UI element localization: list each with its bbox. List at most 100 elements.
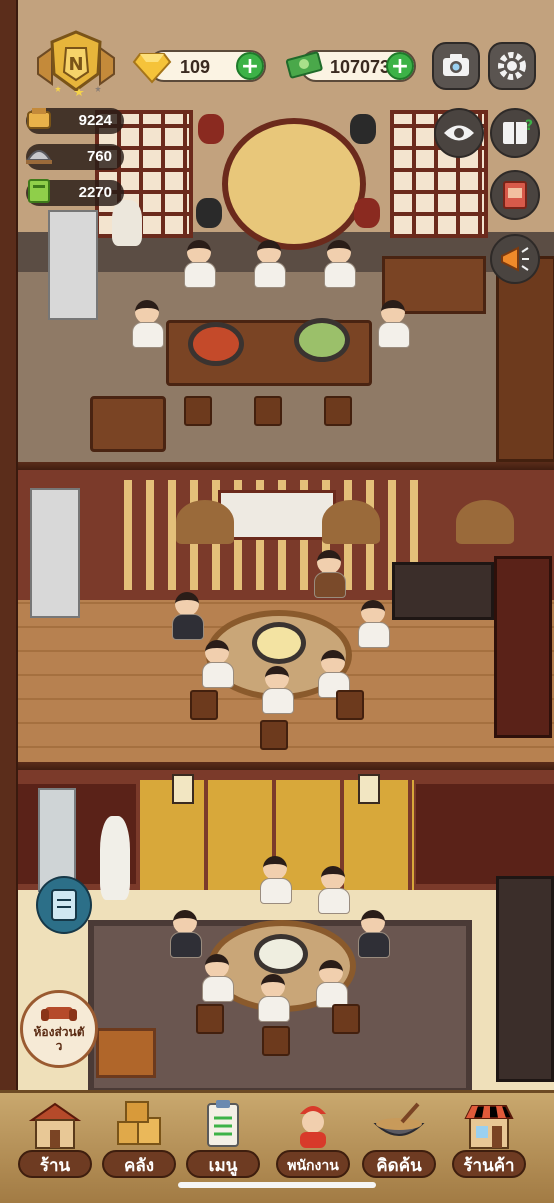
customer[interactable]	[312, 550, 346, 598]
customer[interactable]	[258, 856, 292, 904]
opera-mask-icon	[196, 198, 222, 228]
waiter-icon	[300, 1106, 326, 1148]
customer[interactable]	[316, 866, 350, 914]
tea-shelf	[496, 256, 554, 462]
vase	[112, 200, 142, 246]
visibility-button[interactable]	[434, 108, 484, 158]
customer[interactable]	[182, 240, 216, 288]
hotpot-spicy	[188, 322, 244, 366]
store-icon	[464, 1105, 514, 1149]
chair	[332, 1004, 360, 1034]
nav-label: พนักงาน	[276, 1150, 350, 1178]
customer[interactable]	[168, 910, 202, 958]
gem-icon	[132, 44, 172, 84]
clipboard-icon	[51, 889, 77, 921]
hotpot	[254, 934, 308, 974]
customer[interactable]	[260, 666, 294, 714]
stat-dishes: 760	[26, 144, 124, 170]
stat-ingredients: 9224	[26, 108, 124, 134]
folding-fan-icon	[176, 500, 234, 544]
air-conditioner[interactable]	[48, 210, 98, 320]
customer[interactable]	[314, 960, 348, 1008]
customer[interactable]	[322, 240, 356, 288]
shop-icon	[28, 1102, 82, 1149]
chair	[336, 690, 364, 720]
folding-fan-icon	[456, 500, 514, 544]
sofa-icon	[41, 1007, 77, 1021]
landscape-scroll	[218, 490, 336, 540]
chair	[260, 720, 288, 750]
nav-label: เมนู	[186, 1150, 260, 1178]
stat-value: 2270	[78, 184, 112, 201]
promotion-button[interactable]	[490, 234, 540, 284]
stat-value: 760	[86, 148, 112, 165]
porcelain-vase	[100, 816, 130, 900]
opera-mask-icon	[198, 114, 224, 144]
nav-staff[interactable]: พนักงาน	[276, 1098, 350, 1180]
display-shelf	[494, 556, 552, 738]
floor-2-dining-room[interactable]	[0, 470, 554, 770]
svg-text:N: N	[68, 54, 83, 75]
customer[interactable]	[130, 300, 164, 348]
notebook-icon	[503, 181, 527, 209]
customer[interactable]	[256, 974, 290, 1022]
clipboard-icon	[207, 1100, 239, 1147]
svg-text:?: ?	[525, 118, 533, 134]
add-gems-button[interactable]: +	[236, 52, 264, 80]
nav-store[interactable]: ร้านค้า	[452, 1098, 526, 1180]
home-indicator	[178, 1182, 376, 1188]
customer[interactable]	[200, 640, 234, 688]
chair	[196, 1004, 224, 1034]
stat-coupons: 2270	[26, 179, 124, 206]
building-edge	[0, 0, 18, 1090]
settings-button[interactable]	[488, 42, 536, 90]
hotpot-vegetable	[294, 318, 350, 362]
customer[interactable]	[356, 600, 390, 648]
customer[interactable]	[252, 240, 286, 288]
nav-recipe[interactable]: คิดค้น	[362, 1098, 436, 1180]
chair	[262, 1026, 290, 1056]
wok-icon	[373, 1102, 425, 1136]
camera-button[interactable]	[432, 42, 480, 90]
opera-mask-icon	[354, 198, 380, 228]
eye-icon	[444, 125, 474, 141]
add-cash-button[interactable]: +	[386, 52, 414, 80]
lattice-panel	[416, 784, 554, 884]
chair	[184, 396, 212, 426]
nav-shop[interactable]: ร้าน	[18, 1098, 92, 1180]
customer[interactable]	[170, 592, 204, 640]
chair	[324, 396, 352, 426]
cash-count: 107073	[330, 57, 391, 77]
nav-storage[interactable]: คลัง	[102, 1098, 176, 1180]
nav-menu[interactable]: เมนู	[186, 1098, 260, 1180]
lantern-icon	[358, 774, 380, 804]
air-conditioner[interactable]	[30, 488, 80, 618]
customer[interactable]	[376, 300, 410, 348]
lantern-icon	[172, 774, 194, 804]
nav-label: คลัง	[102, 1150, 176, 1178]
gem-count: 109	[180, 57, 211, 77]
gear-icon	[498, 52, 526, 80]
round-landscape-window	[222, 118, 366, 250]
customer[interactable]	[356, 910, 390, 958]
nav-label: คิดค้น	[362, 1150, 436, 1178]
boxes-icon	[117, 1101, 161, 1145]
private-room-button[interactable]: ห้องส่วนตั ว	[20, 990, 98, 1068]
opera-mask-icon	[350, 114, 376, 144]
nav-label: ร้าน	[18, 1150, 92, 1178]
display-shelf	[496, 876, 554, 1082]
hotpot	[252, 622, 306, 664]
book-question-icon: ?	[503, 118, 533, 144]
dish-cover-icon	[26, 150, 52, 164]
folding-fan-icon	[322, 500, 380, 544]
stat-value: 9224	[78, 112, 112, 129]
task-list-button[interactable]	[36, 876, 92, 934]
megaphone-icon	[501, 246, 529, 272]
customer[interactable]	[200, 954, 234, 1002]
camera-icon	[443, 54, 469, 76]
wooden-chest	[96, 1028, 156, 1078]
coupon-icon	[28, 179, 50, 203]
guide-button[interactable]: ?	[490, 108, 540, 158]
restaurant-rank-badge[interactable]: N	[30, 28, 122, 100]
events-button[interactable]	[490, 170, 540, 220]
